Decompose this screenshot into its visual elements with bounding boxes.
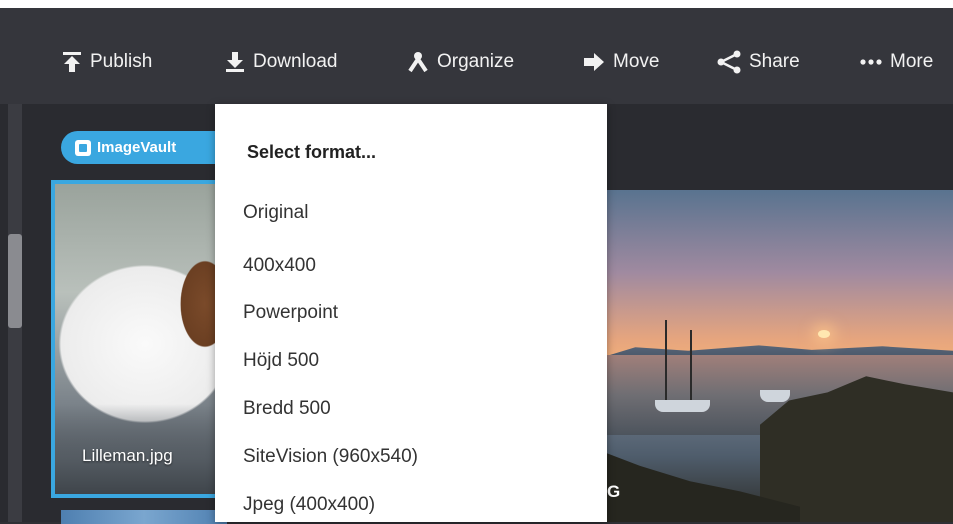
sunset-image[interactable]: [600, 190, 953, 522]
format-option[interactable]: Jpeg (400x400): [243, 494, 375, 516]
download-icon: [225, 51, 245, 73]
badge-label: ImageVault: [97, 139, 177, 156]
share-label: Share: [749, 51, 800, 72]
download-label: Download: [253, 51, 338, 72]
sun: [818, 330, 830, 338]
organize-label: Organize: [437, 51, 515, 72]
format-option[interactable]: Powerpoint: [243, 302, 338, 324]
more-button[interactable]: More: [860, 50, 933, 74]
organize-icon: [407, 51, 429, 73]
download-button[interactable]: Download: [225, 50, 338, 74]
format-option[interactable]: Höjd 500: [243, 350, 319, 372]
share-icon: [717, 50, 741, 74]
format-option[interactable]: SiteVision (960x540): [243, 446, 418, 468]
imagevault-icon: [75, 139, 91, 156]
more-label: More: [890, 51, 934, 72]
boat-mast: [690, 330, 692, 402]
left-scrollbar-thumb[interactable]: [8, 234, 22, 328]
boat: [760, 390, 790, 402]
media-card-selected[interactable]: Lilleman.jpg: [51, 180, 227, 498]
publish-label: Publish: [90, 51, 153, 72]
dropdown-header: Select format...: [247, 142, 377, 162]
move-label: Move: [613, 51, 660, 72]
format-option[interactable]: Original: [243, 202, 308, 224]
top-strip: [0, 0, 953, 8]
format-option[interactable]: 400x400: [243, 255, 316, 277]
media-caption: Lilleman.jpg: [82, 446, 173, 465]
organize-button[interactable]: Organize: [407, 50, 514, 74]
boat: [680, 400, 710, 412]
publish-icon: [62, 51, 82, 73]
media-caption: G: [607, 482, 621, 501]
toolbar: Publish Download Organize Move Share Mor…: [0, 8, 953, 104]
imagevault-badge[interactable]: ImageVault: [61, 131, 231, 164]
move-button[interactable]: Move: [583, 50, 659, 74]
more-dots-icon: [860, 59, 882, 65]
publish-button[interactable]: Publish: [62, 50, 152, 74]
boat-mast: [665, 320, 667, 402]
format-option[interactable]: Bredd 500: [243, 398, 331, 420]
format-dropdown: Select format... Original 400x400 Powerp…: [215, 104, 607, 522]
arrow-right-icon: [583, 52, 605, 72]
share-button[interactable]: Share: [717, 50, 800, 74]
